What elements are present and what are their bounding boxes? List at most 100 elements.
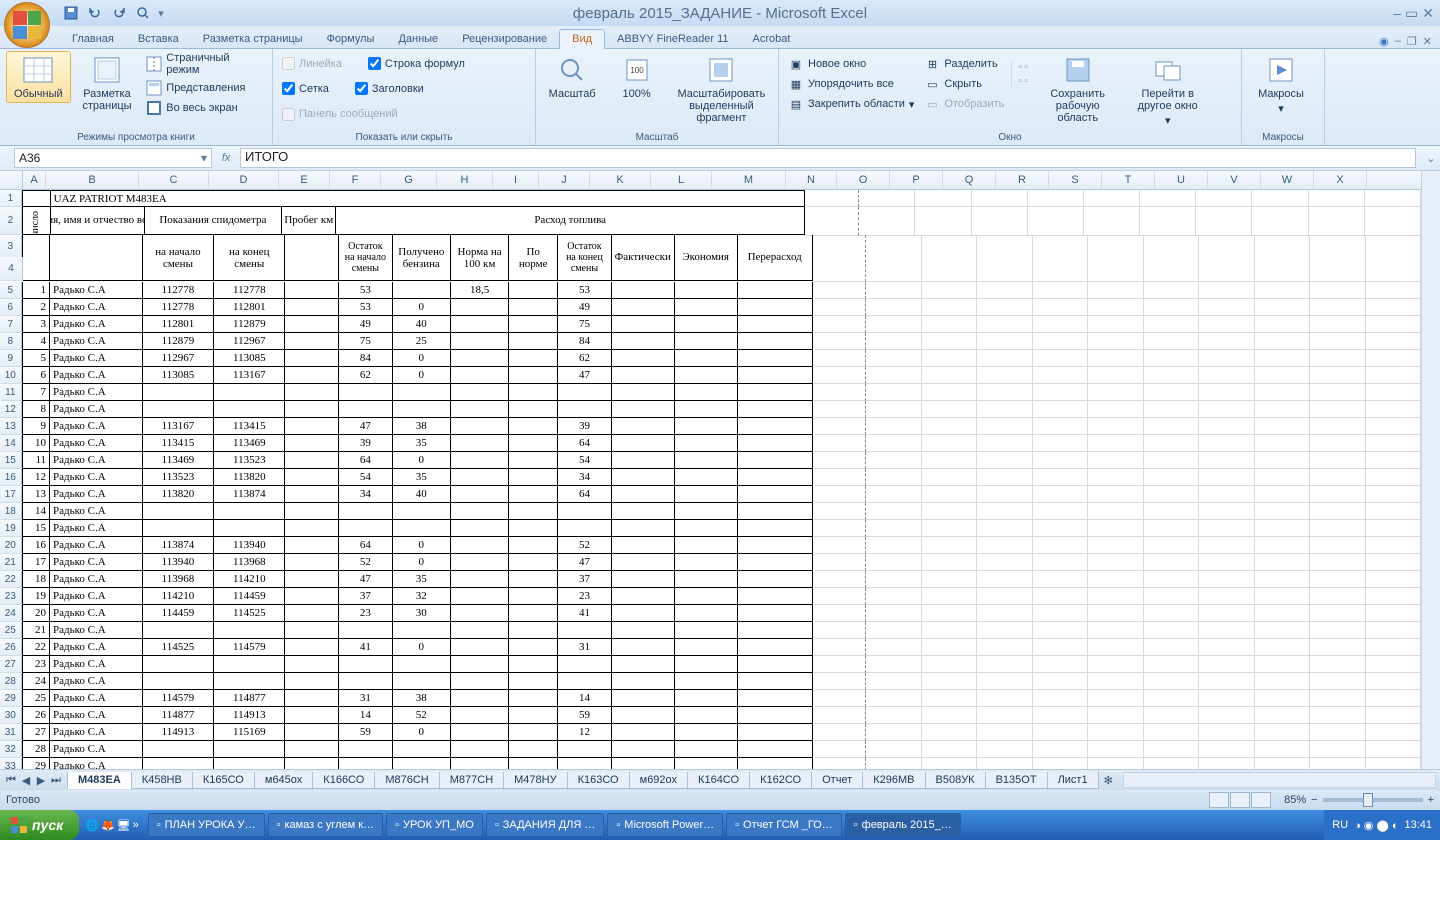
- cell[interactable]: [1199, 316, 1254, 333]
- cell[interactable]: [738, 350, 813, 367]
- cell[interactable]: 0: [393, 537, 451, 554]
- cell[interactable]: [1255, 418, 1310, 435]
- cell[interactable]: [675, 622, 738, 639]
- cell[interactable]: [612, 469, 675, 486]
- cell[interactable]: [558, 401, 612, 418]
- col-header[interactable]: O: [837, 171, 890, 189]
- cell[interactable]: 113820: [214, 469, 285, 486]
- cell[interactable]: [1310, 435, 1365, 452]
- cell[interactable]: [612, 639, 675, 656]
- cell[interactable]: [738, 724, 813, 741]
- cell[interactable]: 47: [339, 571, 393, 588]
- taskbar-item[interactable]: ▫ЗАДАНИЯ ДЛЯ …: [486, 813, 605, 837]
- cell[interactable]: 52: [393, 707, 451, 724]
- cell[interactable]: [285, 435, 339, 452]
- cell[interactable]: [675, 316, 738, 333]
- row-header[interactable]: 19: [0, 520, 22, 537]
- cell[interactable]: [675, 384, 738, 401]
- cell[interactable]: [977, 639, 1032, 656]
- cell[interactable]: [214, 758, 285, 769]
- col-header[interactable]: Q: [943, 171, 996, 189]
- cell[interactable]: 34: [339, 486, 393, 503]
- taskbar-item[interactable]: ▫февраль 2015_…: [845, 813, 961, 837]
- cell[interactable]: [285, 656, 339, 673]
- cell[interactable]: [1199, 656, 1254, 673]
- cell[interactable]: [612, 520, 675, 537]
- cell[interactable]: 114877: [143, 707, 214, 724]
- cell[interactable]: [738, 690, 813, 707]
- cell[interactable]: [813, 452, 867, 469]
- cell[interactable]: [339, 384, 393, 401]
- cell[interactable]: [866, 554, 921, 571]
- cell[interactable]: [1366, 554, 1421, 571]
- cell[interactable]: [1088, 673, 1143, 690]
- cell[interactable]: 84: [558, 333, 612, 350]
- cell[interactable]: [1255, 350, 1310, 367]
- cell[interactable]: [1310, 367, 1365, 384]
- cell[interactable]: [285, 571, 339, 588]
- cell[interactable]: [1366, 588, 1421, 605]
- cell[interactable]: Радько С.А: [50, 418, 143, 435]
- cell[interactable]: [675, 537, 738, 554]
- sheet-tab[interactable]: Отчет: [811, 772, 863, 789]
- cell[interactable]: [143, 401, 214, 418]
- cell[interactable]: [1199, 520, 1254, 537]
- cell[interactable]: [675, 571, 738, 588]
- cell[interactable]: [509, 571, 558, 588]
- macros-btn[interactable]: Макросы ▾: [1248, 51, 1314, 118]
- cell[interactable]: [813, 605, 867, 622]
- cell[interactable]: Радько С.А: [50, 741, 143, 758]
- cell[interactable]: [509, 520, 558, 537]
- cell[interactable]: [1033, 520, 1088, 537]
- cell[interactable]: [977, 350, 1032, 367]
- cell[interactable]: [738, 469, 813, 486]
- cell[interactable]: [285, 741, 339, 758]
- cell[interactable]: [285, 282, 339, 299]
- cell[interactable]: 35: [393, 469, 451, 486]
- cell[interactable]: 54: [558, 452, 612, 469]
- cell[interactable]: 35: [393, 435, 451, 452]
- row-header[interactable]: 15: [0, 452, 22, 469]
- cell[interactable]: 40: [393, 486, 451, 503]
- cell[interactable]: 114525: [214, 605, 285, 622]
- cell[interactable]: [1033, 452, 1088, 469]
- cell[interactable]: [612, 571, 675, 588]
- cell[interactable]: 22: [22, 639, 51, 656]
- cell[interactable]: [1033, 316, 1088, 333]
- cell[interactable]: 113940: [214, 537, 285, 554]
- cell[interactable]: [1033, 401, 1088, 418]
- col-header[interactable]: H: [437, 171, 493, 189]
- worksheet-grid[interactable]: ABCDEFGHIJKLMNOPQRSTUVWX 1UAZ PATRIOT М4…: [0, 171, 1421, 769]
- cell[interactable]: [922, 758, 977, 769]
- cell[interactable]: 39: [339, 435, 393, 452]
- select-all[interactable]: [0, 171, 23, 189]
- cell[interactable]: 0: [393, 554, 451, 571]
- cell[interactable]: [558, 503, 612, 520]
- win-freeze[interactable]: ▤Закрепить области ▾: [785, 95, 917, 113]
- sheet-tab[interactable]: Лист1: [1047, 772, 1099, 789]
- cell[interactable]: 75: [558, 316, 612, 333]
- cell[interactable]: 59: [339, 724, 393, 741]
- cell[interactable]: [1144, 571, 1199, 588]
- cell[interactable]: 54: [339, 469, 393, 486]
- cell[interactable]: [143, 520, 214, 537]
- cell[interactable]: 23: [339, 605, 393, 622]
- ribbon-tab[interactable]: Acrobat: [741, 30, 803, 48]
- cell[interactable]: [143, 622, 214, 639]
- cell[interactable]: Радько С.А: [50, 588, 143, 605]
- cell[interactable]: [339, 503, 393, 520]
- cell[interactable]: [1033, 673, 1088, 690]
- ribbon-tab[interactable]: Главная: [60, 30, 126, 48]
- cell[interactable]: [1088, 418, 1143, 435]
- cell[interactable]: 24: [22, 673, 51, 690]
- cell[interactable]: Радько С.А: [50, 707, 143, 724]
- cell[interactable]: [1255, 554, 1310, 571]
- cell[interactable]: 6: [22, 367, 51, 384]
- cell[interactable]: [977, 367, 1032, 384]
- cell[interactable]: 12: [22, 469, 51, 486]
- cell[interactable]: 112967: [143, 350, 214, 367]
- cell[interactable]: [1199, 724, 1254, 741]
- cell[interactable]: [977, 741, 1032, 758]
- cell[interactable]: [509, 741, 558, 758]
- cell[interactable]: [285, 758, 339, 769]
